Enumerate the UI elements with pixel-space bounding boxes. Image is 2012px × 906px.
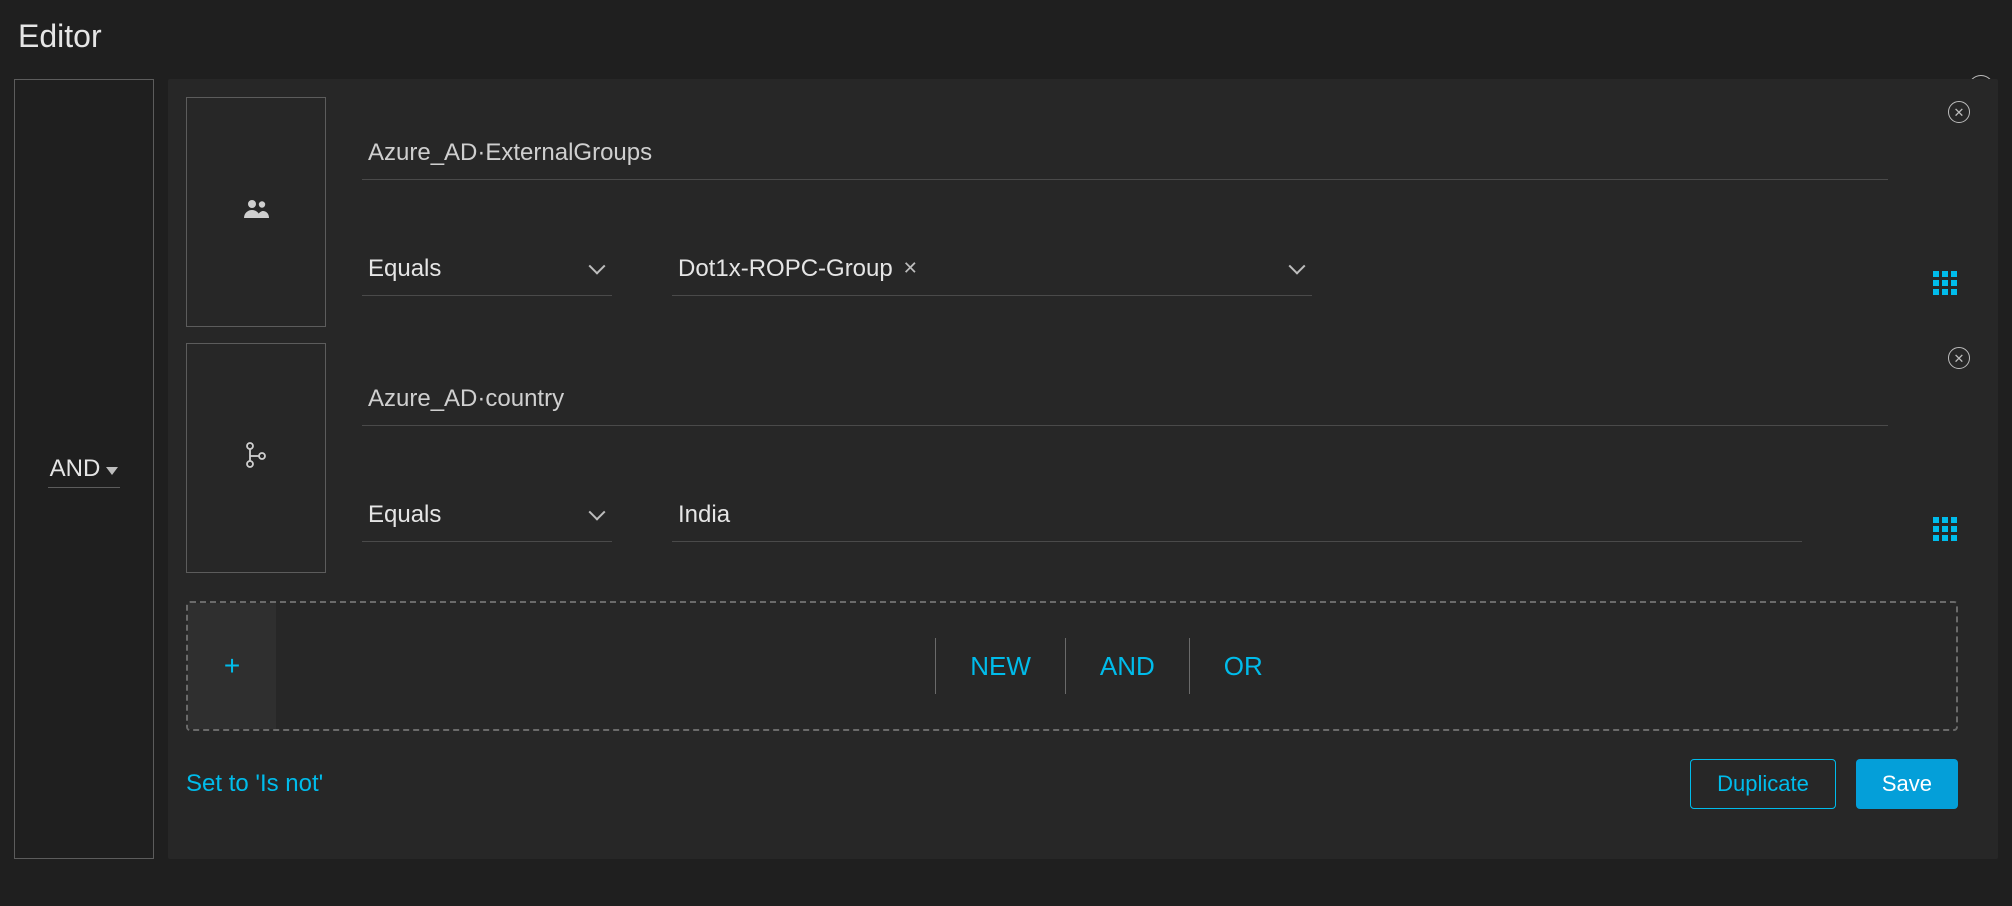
group-operator-column: AND [14,79,154,859]
group-operator-select[interactable]: AND [48,451,121,488]
chevron-down-icon [588,260,606,278]
operator-label: Equals [368,255,441,283]
value-chip: Dot1x-ROPC-Group ✕ [678,255,918,283]
group-operator-label: AND [50,455,101,483]
operator-select[interactable]: Equals [362,493,612,542]
grid-picker-icon[interactable] [1932,270,1958,296]
remove-rule-icon[interactable]: ✕ [1948,347,1970,369]
add-new-button[interactable]: NEW [936,647,1065,686]
chevron-down-icon [588,506,606,524]
hierarchy-icon [245,442,267,474]
plus-icon: + [224,650,240,682]
editor-area: ✕ AND ✕ [14,79,1998,859]
value-text: India [678,501,730,529]
add-rule-row: + NEW AND OR [186,601,1958,731]
operator-select[interactable]: Equals [362,247,612,296]
chevron-down-icon [106,467,118,475]
remove-rule-icon[interactable]: ✕ [1948,101,1970,123]
rule-body: Azure_AD·ExternalGroups Equals Dot1x-ROP… [362,97,1958,327]
users-icon [242,198,270,226]
rule-body: Azure_AD·country Equals India [362,343,1958,573]
remove-chip-icon[interactable]: ✕ [903,258,918,279]
rule-type-box[interactable] [186,97,326,327]
value-select[interactable]: Dot1x-ROPC-Group ✕ [672,247,1312,296]
chevron-down-icon [1288,260,1306,278]
value-input[interactable]: India [672,493,1802,542]
add-rule-plus[interactable]: + [188,603,276,729]
attribute-field[interactable]: Azure_AD·ExternalGroups [362,129,1888,180]
value-chip-label: Dot1x-ROPC-Group [678,255,893,283]
add-or-button[interactable]: OR [1190,647,1297,686]
attribute-field[interactable]: Azure_AD·country [362,375,1888,426]
rule-row: ✕ Azure_AD·ExternalGroups [186,97,1958,327]
operator-label: Equals [368,501,441,529]
set-is-not-link[interactable]: Set to 'Is not' [186,770,323,798]
editor-footer: Set to 'Is not' Duplicate Save [186,759,1958,809]
rule-row: ✕ Azure_AD·country [186,343,1958,573]
rules-column: ✕ Azure_AD·ExternalGroups [168,79,1998,859]
save-button[interactable]: Save [1856,759,1958,809]
grid-picker-icon[interactable] [1932,516,1958,542]
rule-type-box[interactable] [186,343,326,573]
page-title: Editor [18,18,1998,55]
duplicate-button[interactable]: Duplicate [1690,759,1836,809]
add-and-button[interactable]: AND [1066,647,1189,686]
